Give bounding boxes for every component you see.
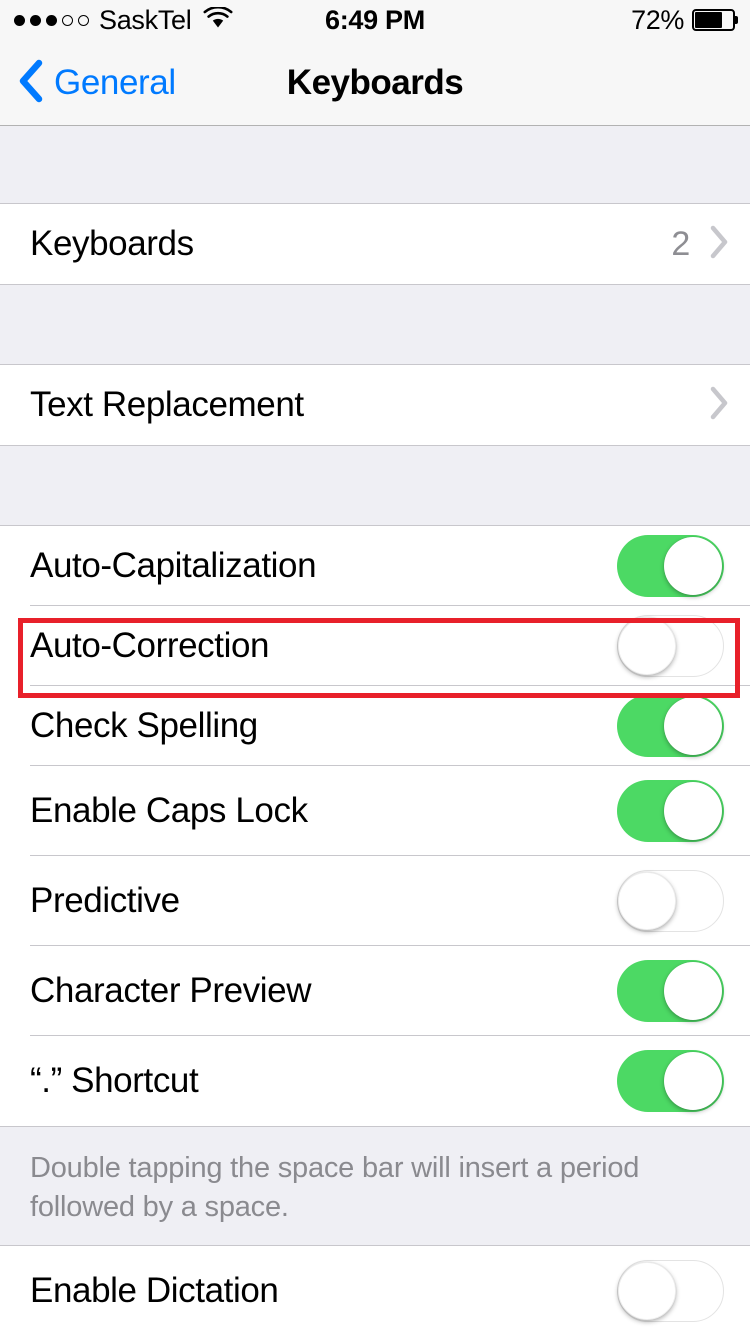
toggle-character-preview[interactable] [617,960,724,1022]
row-enable-caps-lock[interactable]: Enable Caps Lock [0,766,750,856]
battery-percent-label: 72% [631,4,684,35]
row-predictive[interactable]: Predictive [0,856,750,946]
toggle-enable-dictation[interactable] [617,1260,724,1322]
row-text-replacement[interactable]: Text Replacement [0,365,750,445]
toggle-auto-correction[interactable] [617,615,724,677]
row-check-spelling[interactable]: Check Spelling [0,686,750,766]
row-character-preview[interactable]: Character Preview [0,946,750,1036]
text-replacement-group: Text Replacement [0,364,750,446]
section-gap-1 [0,285,750,364]
chevron-right-icon [708,385,730,426]
settings-list: Keyboards 2 Text Replacement Auto-Capita… [0,127,750,1334]
page-title: Keyboards [286,63,464,102]
toggle-auto-capitalization[interactable] [617,535,724,597]
status-bar: SaskTel 6:49 PM 72% [0,0,750,40]
footer-note-text: Double tapping the space bar will insert… [30,1152,640,1223]
section-footer-note: Double tapping the space bar will insert… [0,1127,750,1245]
toggle-check-spelling[interactable] [617,695,724,757]
navigation-bar: General Keyboards [0,40,750,126]
section-gap-2 [0,446,750,525]
toggle-predictive[interactable] [617,870,724,932]
toggle-period-shortcut[interactable] [617,1050,724,1112]
typing-options-group: Auto-Capitalization Auto-Correction Chec… [0,525,750,1127]
iphone-screen: SaskTel 6:49 PM 72% General Keyboards Ke… [0,0,750,1334]
section-gap-top [0,127,750,203]
status-bar-right: 72% [631,0,738,40]
row-auto-capitalization[interactable]: Auto-Capitalization [0,526,750,606]
row-keyboards-value: 2 [671,224,690,263]
chevron-right-icon [708,224,730,265]
row-enable-dictation[interactable]: Enable Dictation [0,1246,750,1334]
dictation-group: Enable Dictation [0,1245,750,1334]
toggle-enable-caps-lock[interactable] [617,780,724,842]
row-period-shortcut[interactable]: “.” Shortcut [0,1036,750,1126]
row-auto-correction[interactable]: Auto-Correction [0,606,750,686]
row-keyboards-label: Keyboards [30,224,194,263]
battery-icon [692,9,738,31]
row-keyboards[interactable]: Keyboards 2 [0,204,750,284]
row-text-replacement-label: Text Replacement [30,385,304,424]
keyboards-group: Keyboards 2 [0,203,750,285]
